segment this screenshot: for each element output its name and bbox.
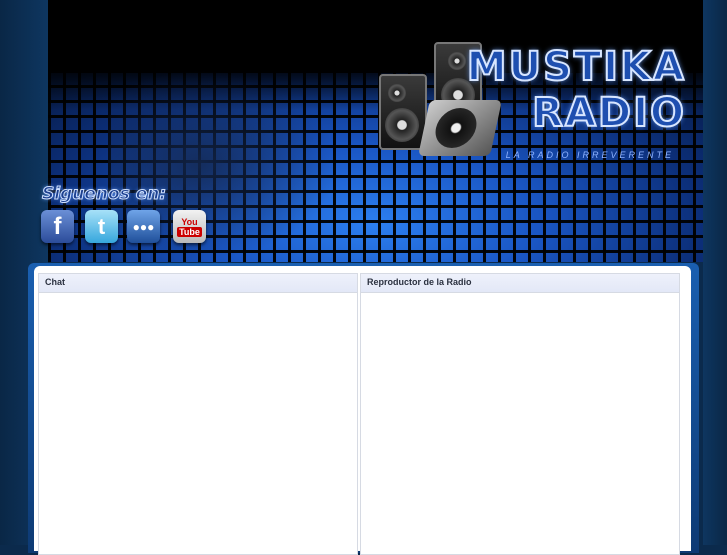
radio-player-title: Reproductor de la Radio	[361, 274, 679, 293]
speaker-icon	[379, 74, 427, 150]
chat-panel-title: Chat	[39, 274, 357, 293]
myspace-icon[interactable]: ●●●	[127, 210, 160, 243]
radio-player-body[interactable]	[361, 293, 679, 551]
right-side-background	[703, 0, 727, 545]
site-logo[interactable]: MUSTIKA RADIO	[466, 43, 686, 137]
twitter-icon[interactable]: t	[85, 210, 118, 243]
facebook-icon[interactable]: f	[41, 210, 74, 243]
logo-line-1: MUSTIKA	[466, 43, 686, 91]
logo-line-2: RADIO	[531, 89, 686, 137]
follow-us-label: Siguenos en:	[41, 184, 167, 205]
radio-player-panel: Reproductor de la Radio	[360, 273, 680, 555]
chat-panel: Chat	[38, 273, 358, 555]
youtube-icon[interactable]: You Tube	[173, 210, 206, 243]
chat-panel-body[interactable]	[39, 293, 357, 551]
logo-tagline: LA RADIO IRREVERENTE	[505, 150, 674, 160]
